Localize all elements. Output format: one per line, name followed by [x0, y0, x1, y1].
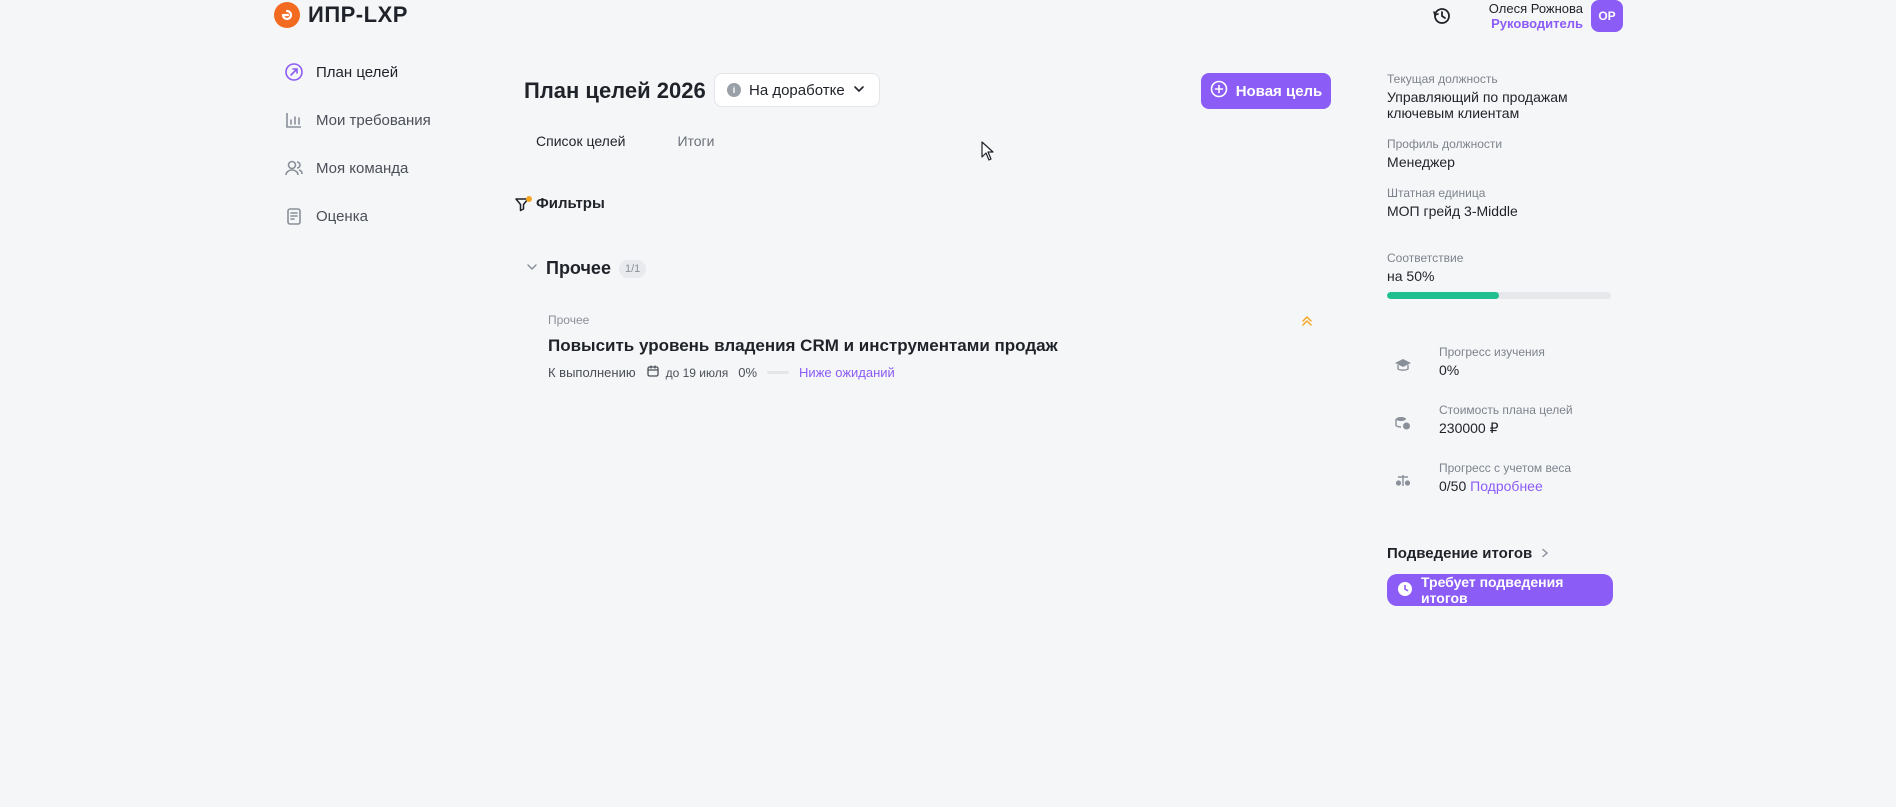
- details-link[interactable]: Подробнее: [1470, 478, 1543, 494]
- page-title: План целей 2026: [524, 78, 706, 103]
- summary-title: Подведение итогов: [1387, 545, 1533, 562]
- filters-label: Фильтры: [536, 195, 605, 212]
- chevron-down-icon: [853, 82, 865, 99]
- compliance-progress-bar: [1387, 292, 1611, 299]
- sidebar-item-team[interactable]: Моя команда: [284, 144, 431, 192]
- summary-badge-label: Требует подведения итогов: [1421, 574, 1564, 606]
- weighted-progress: Прогресс с учетом веса 0/50 Подробнее: [1387, 461, 1613, 497]
- position-value: Управляющий по продажам ключевым клиента…: [1387, 89, 1568, 121]
- sidebar-item-label: Оценка: [316, 207, 368, 225]
- goal-progress-text: 0%: [738, 365, 758, 380]
- app-logo[interactable]: ИПР-LXP: [274, 2, 408, 28]
- scales-icon: [1387, 465, 1419, 497]
- app-title: ИПР-LXP: [308, 2, 408, 27]
- cost-label: Стоимость плана целей: [1439, 403, 1573, 417]
- summary-required-badge[interactable]: Требует подведения итогов: [1387, 574, 1613, 606]
- graduation-cap-icon: [1387, 349, 1419, 381]
- goal-category: Прочее: [548, 313, 590, 327]
- profile-panel: Текущая должность Управляющий по продажа…: [1387, 72, 1613, 606]
- study-value: 0%: [1439, 362, 1460, 378]
- weighted-label: Прогресс с учетом веса: [1439, 461, 1572, 475]
- compliance-label: Соответствие: [1387, 251, 1464, 265]
- bar-chart-icon: [284, 110, 304, 130]
- compliance-progress-fill: [1387, 292, 1499, 299]
- goal-deadline: до 19 июля: [646, 364, 729, 381]
- goal-status: К выполнению: [548, 365, 636, 380]
- mouse-cursor-icon: [981, 141, 995, 166]
- sidebar-item-label: План целей: [316, 63, 399, 81]
- new-goal-label: Новая цель: [1235, 82, 1323, 100]
- sidebar-item-assessment[interactable]: Оценка: [284, 192, 431, 240]
- status-dropdown[interactable]: i На доработке: [714, 73, 880, 107]
- current-position: Текущая должность Управляющий по продажа…: [1387, 72, 1613, 121]
- deadline-text: до 19 июля: [665, 365, 729, 380]
- sidebar-item-label: Моя команда: [316, 159, 409, 177]
- user-role: Руководитель: [1491, 16, 1583, 31]
- summary-link[interactable]: Подведение итогов: [1387, 545, 1613, 562]
- staff-unit-label: Штатная единица: [1387, 186, 1486, 200]
- logo-icon: [274, 2, 300, 28]
- calendar-icon: [646, 364, 660, 381]
- job-profile-label: Профиль должности: [1387, 137, 1503, 151]
- users-icon: [284, 158, 304, 178]
- staff-unit: Штатная единица МОП грейд 3-Middle: [1387, 186, 1613, 219]
- goal-progress-bar: [767, 371, 790, 374]
- priority-high-icon: [1300, 314, 1314, 328]
- tab-goal-list[interactable]: Список целей: [524, 133, 637, 149]
- summary-section: Подведение итогов Требует подведения ито…: [1387, 545, 1613, 606]
- filter-active-dot: [526, 195, 532, 202]
- group-header[interactable]: Прочее 1/1: [526, 258, 647, 279]
- job-profile-value: Менеджер: [1387, 154, 1455, 170]
- goal-title[interactable]: Повысить уровень владения CRM и инструме…: [548, 336, 1058, 356]
- group-name: Прочее: [546, 258, 611, 278]
- weighted-value: 0/50: [1439, 478, 1467, 494]
- sidebar-item-goal-plan[interactable]: План целей: [284, 48, 431, 96]
- history-icon[interactable]: [1430, 4, 1454, 28]
- status-value: На доработке: [749, 81, 845, 99]
- info-icon: i: [727, 83, 741, 97]
- chevron-right-icon: [1540, 545, 1550, 562]
- user-menu[interactable]: Олеся Рожнова Руководитель ОР: [1489, 0, 1623, 32]
- filters-button[interactable]: Фильтры: [514, 195, 605, 212]
- clipboard-icon: [284, 206, 304, 226]
- goal-meta: К выполнению до 19 июля 0% Ниже ожиданий: [548, 364, 895, 381]
- plus-circle-icon: [1210, 80, 1228, 102]
- tab-results[interactable]: Итоги: [665, 133, 726, 149]
- job-profile: Профиль должности Менеджер: [1387, 137, 1613, 170]
- clock-icon: [1397, 581, 1413, 600]
- tabs: Список целей Итоги: [524, 133, 726, 149]
- sidebar-item-label: Мои требования: [316, 111, 431, 129]
- sidebar-nav: План целей Мои требования Моя команда Оц…: [284, 63, 431, 240]
- user-name: Олеся Рожнова: [1488, 1, 1583, 16]
- target-arrow-icon: [284, 62, 304, 82]
- cost-value: 230000 ₽: [1439, 420, 1499, 436]
- sidebar-item-requirements[interactable]: Мои требования: [284, 96, 431, 144]
- group-count-badge: 1/1: [618, 259, 647, 278]
- chevron-down-icon: [526, 260, 538, 278]
- plan-cost: Стоимость плана целей 230000 ₽: [1387, 403, 1613, 439]
- compliance: Соответствие на 50%: [1387, 251, 1613, 299]
- filter-icon: [514, 195, 532, 212]
- weighted-value-row: 0/50 Подробнее: [1439, 478, 1571, 494]
- coins-icon: [1387, 407, 1419, 439]
- new-goal-button[interactable]: Новая цель: [1201, 73, 1331, 109]
- avatar[interactable]: ОР: [1591, 0, 1623, 32]
- study-progress: Прогресс изучения 0%: [1387, 345, 1613, 381]
- study-label: Прогресс изучения: [1439, 345, 1545, 359]
- user-info: Олеся Рожнова Руководитель: [1489, 1, 1583, 31]
- goal-assessment-link[interactable]: Ниже ожиданий: [799, 365, 895, 380]
- position-label: Текущая должность: [1387, 72, 1498, 86]
- compliance-value: на 50%: [1387, 268, 1435, 284]
- staff-unit-value: МОП грейд 3-Middle: [1387, 203, 1518, 219]
